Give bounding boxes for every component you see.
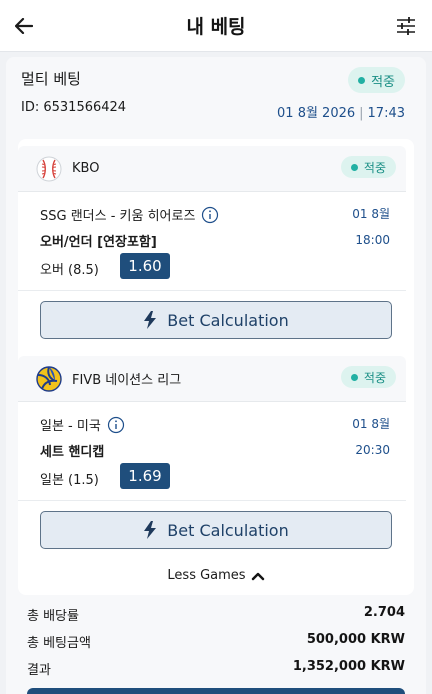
bet-datetime: 01 8월 2026 | 17:43 <box>277 102 405 121</box>
game-status-label: 적중 <box>363 160 386 175</box>
volleyball-icon <box>36 365 62 392</box>
league-name: KBO <box>72 161 100 176</box>
info-icon[interactable] <box>201 206 219 224</box>
match-teams: 일본 - 미국 <box>40 415 125 434</box>
lightning-icon <box>143 311 157 329</box>
lightning-icon <box>143 521 157 539</box>
game-header: FIVB 네이션스 리그 적중 <box>18 356 406 402</box>
game-header: KBO 적중 <box>18 146 406 192</box>
bet-date: 01 8월 2026 <box>277 106 356 121</box>
back-button[interactable] <box>10 12 38 40</box>
market-name: 세트 핸디캡 <box>40 445 105 460</box>
bet-calculation-button[interactable]: Bet Calculation <box>40 511 392 549</box>
summary-total-stake: 총 베팅금액 500,000 KRW <box>27 632 405 651</box>
sliders-icon <box>397 17 415 35</box>
game-details: 일본 - 미국 01 8월 세트 핸디캡 20:30 일본 (1.5) 1.69 <box>18 403 406 501</box>
result-value: 1,352,000 KRW <box>292 659 405 674</box>
league-name: FIVB 네이션스 리그 <box>72 373 182 388</box>
arrow-left-icon <box>15 18 33 34</box>
match-date: 01 8월 <box>352 207 390 221</box>
bet-calculation-label: Bet Calculation <box>167 310 289 330</box>
date-separator: | <box>359 106 364 121</box>
less-games-toggle[interactable]: Less Games <box>0 568 432 583</box>
status-dot <box>350 373 358 381</box>
status-dot <box>350 163 358 171</box>
teams-label: 일본 - 미국 <box>40 419 101 434</box>
bet-id: ID: 6531566424 <box>21 100 127 115</box>
game-status-badge: 적중 <box>340 366 396 388</box>
bet-status-badge: 적중 <box>348 67 405 93</box>
game-status-label: 적중 <box>363 370 386 385</box>
result-label: 결과 <box>27 663 51 678</box>
match-teams: SSG 랜더스 - 키움 히어로즈 <box>40 205 219 224</box>
match-date: 01 8월 <box>352 417 390 431</box>
bet-time: 17:43 <box>367 106 405 121</box>
teams-label: SSG 랜더스 - 키움 히어로즈 <box>40 209 196 224</box>
total-stake-label: 총 베팅금액 <box>27 636 91 651</box>
market-name: 오버/언더 [연장포함] <box>40 235 157 250</box>
total-stake-value: 500,000 KRW <box>306 632 405 647</box>
chevron-up-icon <box>251 570 265 582</box>
bottom-action-bar[interactable] <box>27 688 405 694</box>
bet-calculation-label: Bet Calculation <box>167 520 289 540</box>
total-odds-value: 2.704 <box>363 605 405 620</box>
baseball-icon <box>36 156 62 182</box>
odds-badge: 1.69 <box>120 463 170 489</box>
total-odds-label: 총 배당률 <box>27 609 79 624</box>
match-time: 20:30 <box>355 443 390 457</box>
filter-button[interactable] <box>392 12 420 40</box>
selection-label: 오버 (8.5) <box>40 263 99 278</box>
bet-type-title: 멀티 베팅 <box>21 70 81 88</box>
summary-total-odds: 총 배당률 2.704 <box>27 605 405 624</box>
less-games-label: Less Games <box>167 568 246 583</box>
bet-calculation-button[interactable]: Bet Calculation <box>40 301 392 339</box>
bet-status-label: 적중 <box>371 74 395 90</box>
page-title: 내 베팅 <box>186 16 246 38</box>
match-time: 18:00 <box>355 233 390 247</box>
app-header: 내 베팅 <box>0 0 432 52</box>
summary-result: 결과 1,352,000 KRW <box>27 659 405 678</box>
odds-badge: 1.60 <box>120 253 170 279</box>
info-icon[interactable] <box>107 416 125 434</box>
game-details: SSG 랜더스 - 키움 히어로즈 01 8월 오버/언더 [연장포함] 18:… <box>18 193 406 291</box>
selection-label: 일본 (1.5) <box>40 473 99 488</box>
status-dot <box>358 76 366 84</box>
game-status-badge: 적중 <box>340 156 396 178</box>
